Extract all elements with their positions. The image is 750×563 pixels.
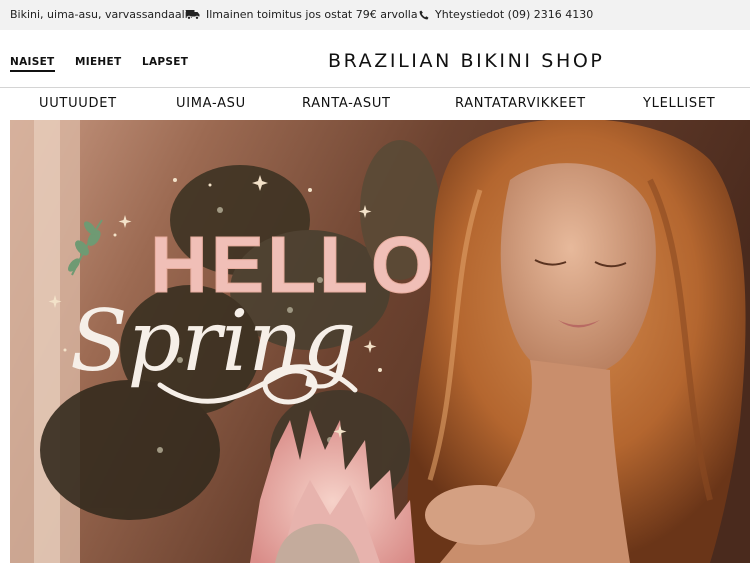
tab-naiset[interactable]: NAISET [10,56,55,72]
phone-icon [419,10,429,20]
contact-text[interactable]: Yhteystiedot (09) 2316 4130 [435,8,593,21]
nav-item-ylelliset[interactable]: YLELLISET [643,96,715,111]
main-navigation: UUTUUDET UIMA-ASU RANTA-ASUT RANTATARVIK… [0,87,750,119]
truck-icon [186,9,200,20]
nav-item-uutuudet[interactable]: UUTUUDET [39,96,117,111]
nav-item-rantatarvikkeet[interactable]: RANTATARVIKKEET [455,96,586,111]
nav-item-ranta-asut[interactable]: RANTA-ASUT [302,96,391,111]
tab-miehet[interactable]: MIEHET [75,56,121,68]
shipping-info: Ilmainen toimitus jos ostat 79€ arvolla [186,8,418,21]
hero-banner[interactable]: HELLO Spring [10,120,750,563]
contact-link[interactable]: Yhteystiedot (09) 2316 4130 [419,8,593,21]
tab-lapset[interactable]: LAPSET [142,56,188,68]
shipping-text: Ilmainen toimitus jos ostat 79€ arvolla [206,8,418,21]
model-woman [407,120,746,563]
tagline-text: Bikini, uima-asu, varvassandaalit [10,8,193,21]
top-utility-bar: Bikini, uima-asu, varvassandaalit Ilmain… [0,0,750,30]
site-logo[interactable]: BRAZILIAN BIKINI SHOP [328,50,604,72]
nav-item-uima-asu[interactable]: UIMA-ASU [176,96,246,111]
